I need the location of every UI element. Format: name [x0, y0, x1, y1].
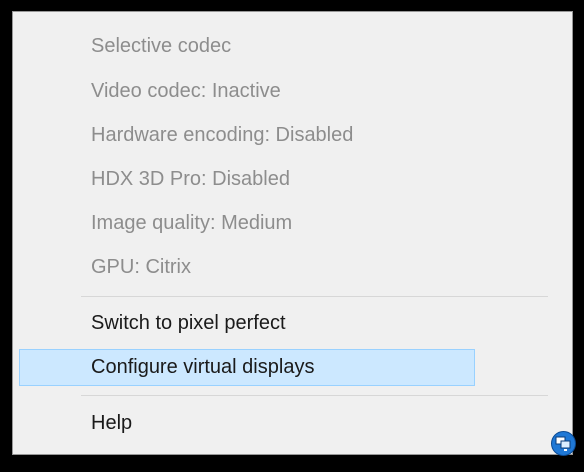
menu-item-gpu: GPU: Citrix — [19, 249, 475, 286]
context-menu: Selective codec Video codec: Inactive Ha… — [12, 11, 573, 455]
menu-item-label: Configure virtual displays — [91, 356, 315, 378]
menu-item-label: Hardware encoding: Disabled — [91, 124, 354, 146]
menu-item-label: Switch to pixel perfect — [91, 312, 286, 334]
menu-item-hardware-encoding: Hardware encoding: Disabled — [19, 117, 475, 154]
menu-separator — [81, 296, 548, 297]
menu-item-label: Help — [91, 412, 133, 434]
menu-separator — [81, 395, 548, 396]
menu-item-image-quality: Image quality: Medium — [19, 205, 475, 242]
menu-item-video-codec: Video codec: Inactive — [19, 73, 475, 110]
virtual-displays-tray-icon[interactable] — [551, 431, 576, 456]
menu-item-label: HDX 3D Pro: Disabled — [91, 168, 290, 190]
monitor-stack-icon — [555, 436, 571, 451]
menu-item-selective-codec: Selective codec — [19, 28, 475, 65]
menu-item-label: Image quality: Medium — [91, 212, 293, 234]
menu-item-configure-virtual-displays[interactable]: Configure virtual displays — [19, 349, 475, 386]
menu-item-label: Video codec: Inactive — [91, 80, 281, 102]
menu-item-label: Selective codec — [91, 35, 232, 57]
menu-item-hdx-3d-pro: HDX 3D Pro: Disabled — [19, 161, 475, 198]
menu-item-label: GPU: Citrix — [91, 256, 191, 278]
menu-item-help[interactable]: Help — [19, 405, 475, 442]
menu-item-switch-to-pixel-perfect[interactable]: Switch to pixel perfect — [19, 305, 475, 342]
